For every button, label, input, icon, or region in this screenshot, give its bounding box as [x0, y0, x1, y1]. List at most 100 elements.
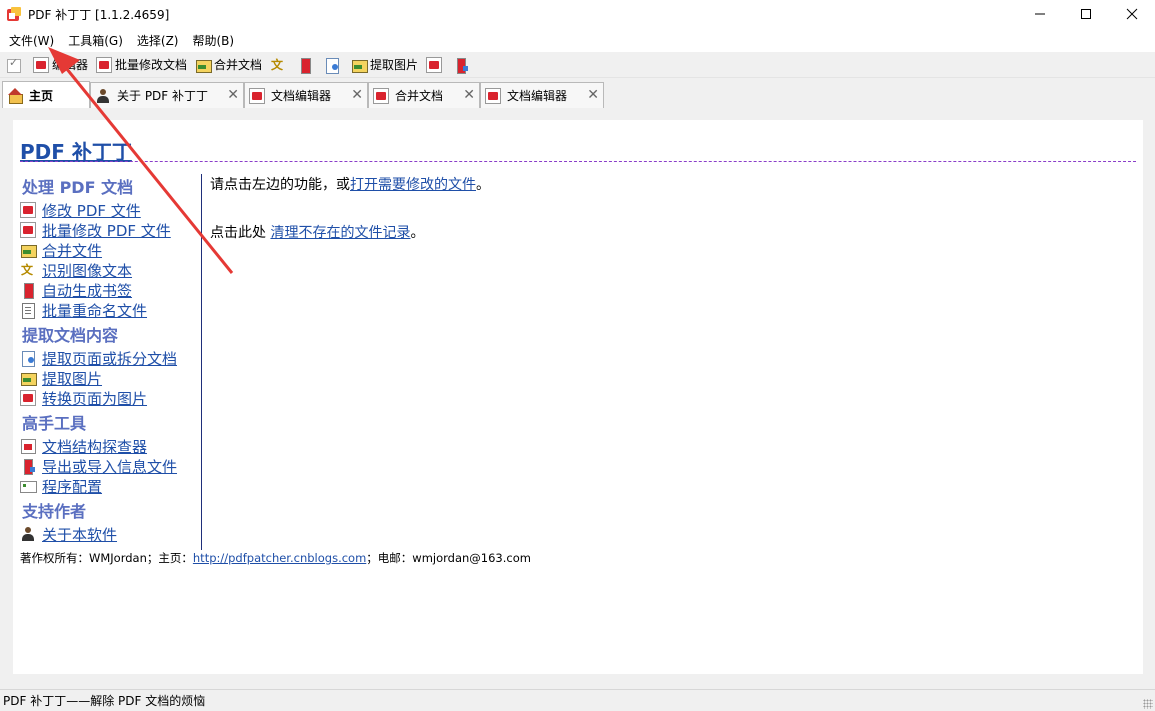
link-about[interactable]: 关于本软件	[20, 524, 201, 544]
copyright-line: 著作权所有：WMJordan；主页：http://pdfpatcher.cnbl…	[20, 550, 531, 566]
toolbar-extract-images-button[interactable]: 提取图片	[351, 56, 418, 73]
open-file-prompt-suffix: 。	[476, 177, 490, 193]
content-area: PDF 补丁丁 处理 PDF 文档 修改 PDF 文件 批量修改 PDF 文件 …	[0, 108, 1155, 689]
tab-bar: 主页 关于 PDF 补丁丁 ✕ 文档编辑器 ✕ 合并文档 ✕ 文档编辑器 ✕	[0, 78, 1155, 108]
tab-merge-close-icon[interactable]: ✕	[463, 87, 475, 103]
maximize-icon	[1081, 9, 1091, 19]
link-structure-explorer[interactable]: 文档结构探查器	[20, 436, 201, 456]
homepage-link[interactable]: http://pdfpatcher.cnblogs.com	[193, 551, 366, 565]
link-merge-files[interactable]: 合并文件	[20, 240, 201, 260]
app-icon[interactable]	[6, 6, 22, 22]
link-merge-files-label[interactable]: 合并文件	[42, 240, 102, 261]
link-ocr[interactable]: 识别图像文本	[20, 260, 201, 280]
toolbar-batch-edit-button[interactable]: 批量修改文档	[96, 56, 187, 73]
open-file-prompt: 请点击左边的功能，或打开需要修改的文件。	[210, 174, 1130, 196]
tab-about[interactable]: 关于 PDF 补丁丁 ✕	[90, 82, 244, 108]
export-icon	[20, 458, 36, 475]
open-file-link[interactable]: 打开需要修改的文件	[350, 177, 476, 193]
merge-icon	[20, 242, 37, 258]
toolbar-batch-edit-label: 批量修改文档	[115, 58, 188, 72]
link-program-config-label[interactable]: 程序配置	[42, 476, 102, 497]
person-icon	[95, 88, 111, 104]
close-button[interactable]	[1109, 0, 1155, 28]
explorer-icon	[20, 438, 36, 454]
extract-pages-icon	[20, 350, 36, 367]
cleanup-prompt: 点击此处 清理不存在的文件记录。	[210, 222, 1130, 244]
link-batch-modify-pdf-label[interactable]: 批量修改 PDF 文件	[42, 220, 171, 241]
tab-editor-1[interactable]: 文档编辑器 ✕	[244, 82, 368, 108]
toolbar-convert-button[interactable]	[426, 56, 445, 73]
resize-grip-icon[interactable]	[1143, 699, 1153, 709]
link-batch-rename[interactable]: 批量重命名文件	[20, 300, 201, 320]
link-extract-images[interactable]: 提取图片	[20, 368, 201, 388]
cleanup-prompt-prefix: 点击此处	[210, 225, 271, 241]
toolbar: 编辑器 批量修改文档 合并文档 提取图片	[0, 52, 1155, 78]
copyright-prefix: 著作权所有：WMJordan；主页：	[20, 551, 193, 565]
menu-select[interactable]: 选择(Z)	[132, 30, 184, 51]
link-extract-images-label[interactable]: 提取图片	[42, 368, 102, 389]
toolbar-merge-button[interactable]: 合并文档	[195, 56, 262, 73]
merge-icon	[195, 57, 213, 73]
link-program-config[interactable]: 程序配置	[20, 476, 201, 496]
open-file-prompt-prefix: 请点击左边的功能，或	[210, 177, 350, 193]
link-extract-pages[interactable]: 提取页面或拆分文档	[20, 348, 201, 368]
link-export-import-info[interactable]: 导出或导入信息文件	[20, 456, 201, 476]
link-ocr-label[interactable]: 识别图像文本	[42, 260, 132, 281]
convert-icon	[20, 390, 36, 406]
toolbar-extract-pages-button[interactable]	[324, 57, 343, 74]
link-about-label[interactable]: 关于本软件	[42, 524, 117, 545]
extract-pages-icon	[324, 57, 340, 74]
menu-help[interactable]: 帮助(B)	[188, 30, 240, 51]
batch-edit-icon	[96, 56, 113, 73]
link-convert-pages-label[interactable]: 转换页面为图片	[42, 388, 147, 409]
ocr-icon	[270, 56, 286, 73]
toolbar-editor-button[interactable]: 编辑器	[33, 56, 88, 73]
rename-icon	[20, 302, 36, 319]
tab-about-close-icon[interactable]: ✕	[227, 87, 239, 103]
section-heading-support: 支持作者	[22, 502, 87, 521]
toolbar-extract-images-label: 提取图片	[370, 58, 419, 72]
export-icon	[453, 57, 469, 74]
merge-icon	[373, 87, 389, 104]
link-auto-bookmark[interactable]: 自动生成书签	[20, 280, 201, 300]
link-structure-explorer-label[interactable]: 文档结构探查器	[42, 436, 147, 457]
link-export-import-info-label[interactable]: 导出或导入信息文件	[42, 456, 177, 477]
tab-merge[interactable]: 合并文档 ✕	[368, 82, 480, 108]
tab-editor-2-label: 文档编辑器	[507, 89, 568, 103]
tab-home-label: 主页	[29, 88, 54, 103]
link-convert-pages[interactable]: 转换页面为图片	[20, 388, 201, 408]
tab-editor-2[interactable]: 文档编辑器 ✕	[480, 82, 604, 108]
batch-pdf-icon	[20, 222, 36, 238]
convert-icon	[426, 56, 443, 73]
tab-editor-2-close-icon[interactable]: ✕	[587, 87, 599, 103]
window-controls	[1017, 0, 1155, 28]
pdf-editor-icon	[33, 56, 49, 73]
cleanup-link[interactable]: 清理不存在的文件记录	[270, 225, 410, 241]
toolbar-checkbox-button[interactable]	[6, 56, 25, 73]
checkbox-icon	[6, 56, 22, 73]
section-heading-extract: 提取文档内容	[22, 326, 119, 345]
link-batch-modify-pdf[interactable]: 批量修改 PDF 文件	[20, 220, 201, 240]
minimize-button[interactable]	[1017, 0, 1063, 28]
menu-toolbox[interactable]: 工具箱(G)	[63, 30, 128, 51]
link-modify-pdf-label[interactable]: 修改 PDF 文件	[42, 200, 141, 221]
tab-editor-1-close-icon[interactable]: ✕	[351, 87, 363, 103]
title-divider	[20, 161, 1136, 162]
toolbar-bookmark-button[interactable]	[297, 57, 316, 74]
extract-images-icon	[351, 57, 369, 73]
link-auto-bookmark-label[interactable]: 自动生成书签	[42, 280, 132, 301]
menu-file[interactable]: 文件(W)	[4, 30, 59, 51]
tab-editor-1-label: 文档编辑器	[271, 89, 332, 103]
toolbar-editor-label: 编辑器	[52, 58, 89, 72]
toolbar-ocr-button[interactable]	[270, 56, 289, 73]
link-modify-pdf[interactable]: 修改 PDF 文件	[20, 200, 201, 220]
tab-home[interactable]: 主页	[2, 81, 90, 108]
copyright-suffix: ；电邮：wmjordan@163.com	[366, 551, 531, 565]
link-extract-pages-label[interactable]: 提取页面或拆分文档	[42, 348, 177, 369]
toolbar-export-button[interactable]	[453, 57, 472, 74]
maximize-button[interactable]	[1063, 0, 1109, 28]
person-icon	[20, 526, 36, 542]
link-batch-rename-label[interactable]: 批量重命名文件	[42, 300, 147, 321]
config-icon	[20, 478, 37, 494]
home-page: PDF 补丁丁 处理 PDF 文档 修改 PDF 文件 批量修改 PDF 文件 …	[13, 120, 1143, 674]
